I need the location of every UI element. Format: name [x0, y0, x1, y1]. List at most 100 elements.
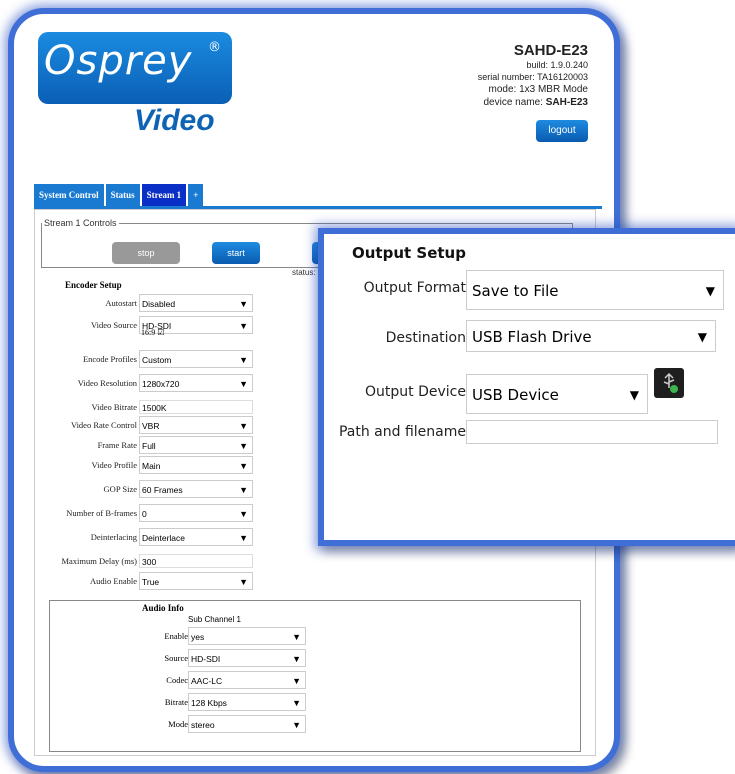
chevron-down-icon: ▼	[239, 509, 248, 519]
path-filename-input[interactable]	[466, 420, 718, 444]
encoder-row-value: Disabled	[142, 299, 176, 309]
audio-row: Codec AAC-LC ▼	[50, 671, 310, 691]
encoder-row-select[interactable]: Deinterlace ▼	[139, 528, 253, 546]
encoder-row: Video Bitrate 1500K	[35, 398, 255, 418]
encoder-row-label: GOP Size	[103, 484, 137, 494]
audio-row-value: yes	[191, 632, 205, 642]
logo-registered-mark: ®	[208, 40, 221, 55]
encoder-row: Deinterlacing Deinterlace ▼	[35, 528, 255, 548]
audio-info-title: Audio Info	[142, 603, 184, 613]
output-device-value: USB Device	[472, 386, 559, 404]
logout-button[interactable]: logout	[536, 120, 588, 142]
destination-value: USB Flash Drive	[472, 328, 592, 346]
encoder-row-select[interactable]: Disabled ▼	[139, 294, 253, 312]
encoder-row-label: Video Source	[91, 320, 137, 330]
audio-row-value: HD-SDI	[191, 654, 221, 664]
audio-row-select[interactable]: HD-SDI ▼	[188, 649, 306, 667]
encoder-row: Autostart Disabled ▼	[35, 294, 255, 314]
encoder-row-select[interactable]: 60 Frames ▼	[139, 480, 253, 498]
tab-system-control[interactable]: System Control	[34, 184, 104, 206]
tab-stream-1[interactable]: Stream 1	[141, 184, 187, 206]
sub-channel-label: Sub Channel 1	[188, 615, 241, 624]
chevron-down-icon: ▼	[239, 379, 248, 389]
encoder-row-input[interactable]: 300	[139, 554, 253, 568]
destination-row: Destination USB Flash Drive ▼	[324, 320, 735, 360]
encoder-row-value: 0	[142, 509, 147, 519]
encoder-row-label: Audio Enable	[90, 576, 137, 586]
encoder-row-select[interactable]: 1280x720 ▼	[139, 374, 253, 392]
destination-select[interactable]: USB Flash Drive ▼	[466, 320, 716, 352]
chevron-down-icon: ▼	[292, 676, 301, 686]
chevron-down-icon: ▼	[629, 388, 639, 402]
aspect-ratio-checkbox[interactable]: 16:9 ☑	[141, 328, 164, 337]
audio-row-label: Mode	[168, 719, 188, 729]
chevron-down-icon: ▼	[239, 321, 248, 331]
destination-label: Destination	[385, 330, 466, 346]
chevron-down-icon: ▼	[292, 632, 301, 642]
encoder-row: Maximum Delay (ms) 300	[35, 552, 255, 572]
output-format-label: Output Format	[363, 280, 466, 296]
encoder-row-input[interactable]: 1500K	[139, 400, 253, 414]
audio-info: Audio Info Sub Channel 1 Enable yes ▼ Sourc…	[49, 600, 581, 752]
encoder-row-select[interactable]: Full ▼	[139, 436, 253, 454]
chevron-down-icon: ▼	[239, 299, 248, 309]
path-label: Path and filename	[338, 424, 466, 440]
encoder-row-value: Full	[142, 441, 156, 451]
encoder-row: Number of B-frames 0 ▼	[35, 504, 255, 524]
device-model: SAHD-E23	[513, 42, 588, 59]
encoder-row-label: Video Bitrate	[91, 402, 137, 412]
encoder-row-label: Maximum Delay (ms)	[61, 556, 137, 566]
chevron-down-icon: ▼	[239, 485, 248, 495]
chevron-down-icon: ▼	[292, 698, 301, 708]
device-mode: mode: 1x3 MBR Mode	[488, 84, 589, 95]
usb-device-icon[interactable]	[654, 368, 684, 398]
chevron-down-icon: ▼	[239, 461, 248, 471]
encoder-row: Video Rate Control VBR ▼	[35, 416, 255, 436]
encoder-row-select[interactable]: VBR ▼	[139, 416, 253, 434]
chevron-down-icon: ▼	[239, 533, 248, 543]
encoder-row: Video Profile Main ▼	[35, 456, 255, 476]
output-format-select[interactable]: Save to File ▼	[466, 270, 724, 310]
output-format-row: Output Format Save to File ▼	[324, 270, 735, 310]
output-device-label: Output Device	[365, 384, 466, 400]
encoder-row-value: True	[142, 577, 160, 587]
encoder-row-value: VBR	[142, 421, 160, 431]
encoder-row-select[interactable]: 0 ▼	[139, 504, 253, 522]
audio-row-select[interactable]: stereo ▼	[188, 715, 306, 733]
stop-button[interactable]: stop	[112, 242, 180, 264]
output-setup-title: Output Setup	[352, 244, 466, 262]
output-device-select[interactable]: USB Device ▼	[466, 374, 648, 414]
chevron-down-icon: ▼	[239, 421, 248, 431]
encoder-row-label: Frame Rate	[97, 440, 137, 450]
chevron-down-icon: ▼	[292, 654, 301, 664]
encoder-row-label: Deinterlacing	[90, 532, 137, 542]
stream-status-label: status:	[292, 268, 316, 277]
encoder-row-value: 60 Frames	[142, 485, 183, 495]
stream-controls-legend: Stream 1 Controls	[44, 218, 117, 228]
audio-row: Enable yes ▼	[50, 627, 310, 647]
chevron-down-icon: ▼	[705, 284, 715, 298]
encoder-row-select[interactable]: Custom ▼	[139, 350, 253, 368]
encoder-row: Encode Profiles Custom ▼	[35, 350, 255, 370]
audio-row-value: stereo	[191, 720, 215, 730]
encoder-row-value: Deinterlace	[142, 533, 185, 543]
start-button[interactable]: start	[212, 242, 260, 264]
encoder-row-value: Main	[142, 461, 161, 471]
tab-add[interactable]: +	[188, 184, 204, 206]
audio-row-select[interactable]: AAC-LC ▼	[188, 671, 306, 689]
encoder-row-select[interactable]: Main ▼	[139, 456, 253, 474]
audio-row-label: Bitrate	[164, 697, 188, 707]
encoder-row-label: Encode Profiles	[82, 354, 137, 364]
device-serial: serial number: TA16120003	[477, 72, 588, 82]
encoder-row-select[interactable]: True ▼	[139, 572, 253, 590]
audio-row-select[interactable]: 128 Kbps ▼	[188, 693, 306, 711]
encoder-row: Video Resolution 1280x720 ▼	[35, 374, 255, 394]
device-name: device name: SAH-E23	[478, 96, 588, 109]
audio-row: Mode stereo ▼	[50, 715, 310, 735]
device-name-value: SAH-E23	[545, 97, 588, 108]
chevron-down-icon: ▼	[239, 355, 248, 365]
audio-row-select[interactable]: yes ▼	[188, 627, 306, 645]
path-row: Path and filename	[324, 420, 735, 460]
encoder-row: GOP Size 60 Frames ▼	[35, 480, 255, 500]
tab-status[interactable]: Status	[105, 184, 140, 206]
